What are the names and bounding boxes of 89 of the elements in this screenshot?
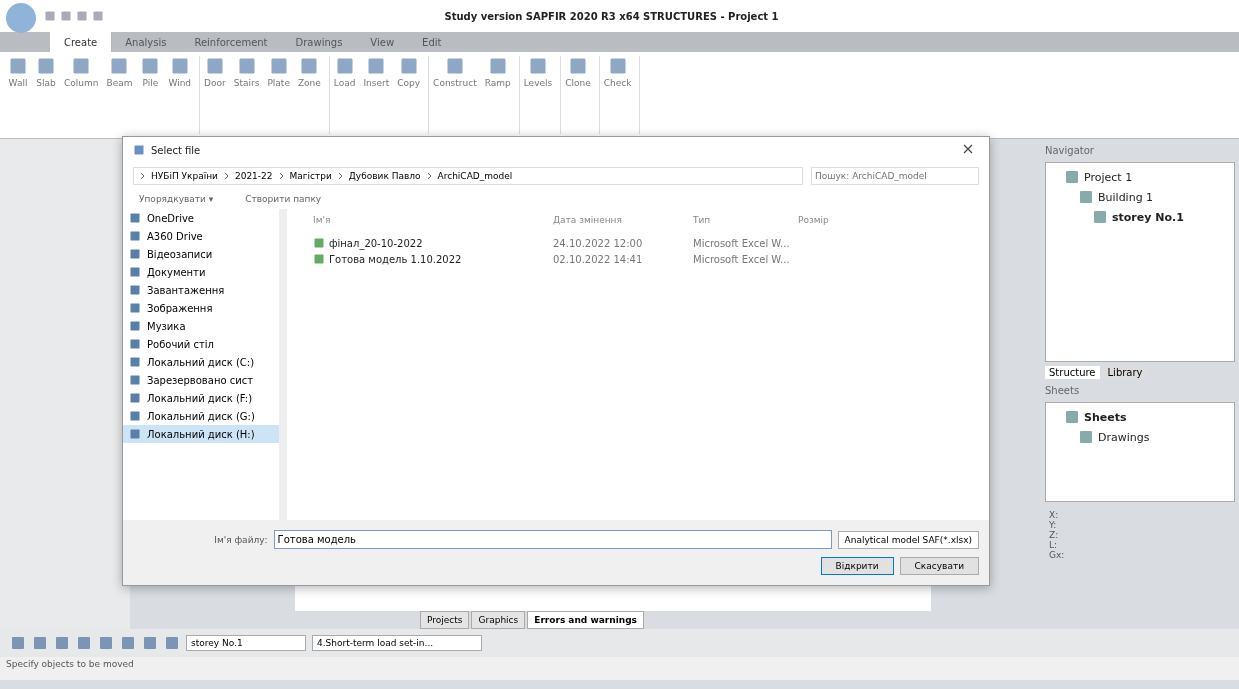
load-field[interactable]: 4.Short-term load set-in... xyxy=(312,635,482,651)
filename-field[interactable]: Готова модель xyxy=(273,530,832,549)
field-label: Ім'я файлу: xyxy=(214,534,268,545)
ribbon-button[interactable]: Zone xyxy=(297,56,321,88)
panel-tab[interactable]: Graphics xyxy=(471,611,526,629)
ribbon-button[interactable]: Column xyxy=(64,56,99,88)
tree-item[interactable]: Sheets xyxy=(1084,410,1127,424)
file-type: Microsoft Excel W... xyxy=(693,253,791,265)
ribbon-button[interactable]: Check xyxy=(603,56,632,88)
coordinate-label: Gx: xyxy=(1049,550,1066,560)
tree-item[interactable]: Building 1 xyxy=(1098,190,1154,204)
panel-tab[interactable]: Structure xyxy=(1045,366,1100,379)
file-date: 24.10.2022 12:00 xyxy=(553,237,644,249)
breadcrumb-item[interactable]: ArchiCAD_model xyxy=(437,171,513,181)
dialog-button[interactable]: Відкрити xyxy=(820,557,894,575)
nav-item[interactable]: Зображення xyxy=(123,299,279,317)
ribbon-button[interactable]: Door xyxy=(204,56,226,88)
file-name[interactable]: Готова модель 1.10.2022 xyxy=(329,253,462,265)
panel-title: Navigator xyxy=(1045,144,1095,158)
nav-item[interactable]: Локальний диск (G:) xyxy=(123,407,279,425)
coordinate-label: Y: xyxy=(1049,520,1058,530)
dialog-title: Select file xyxy=(151,144,202,156)
ribbon-button[interactable]: Wind xyxy=(168,56,192,88)
toolbar-button[interactable]: Створити папку xyxy=(239,193,328,205)
coordinate-label: Z: xyxy=(1049,530,1060,540)
file-name[interactable]: фінал_20-10-2022 xyxy=(329,237,423,249)
nav-item[interactable]: OneDrive xyxy=(123,209,279,227)
tree-item[interactable]: Project 1 xyxy=(1084,170,1133,184)
ribbon-tab[interactable]: Create xyxy=(50,32,112,52)
nav-item[interactable]: Відеозаписи xyxy=(123,245,279,263)
close-icon xyxy=(963,144,973,154)
ribbon-button[interactable]: Insert xyxy=(363,56,390,88)
ribbon-button[interactable]: Copy xyxy=(397,56,421,88)
search-field[interactable]: Пошук: ArchiCAD_model xyxy=(811,167,979,185)
chevron-icon xyxy=(337,172,343,180)
coordinate-label: X: xyxy=(1049,510,1060,520)
ribbon-button[interactable]: Pile xyxy=(140,56,161,88)
address-bar[interactable]: НУБіП України 2021-22 Магістри Дубовик Павло ArchiCAD_model xyxy=(133,167,803,185)
nav-item[interactable]: Документи xyxy=(123,263,279,281)
filter-dropdown[interactable]: Analytical model SAF(*.xlsx) xyxy=(837,530,979,549)
nav-item[interactable]: Зарезервовано сист xyxy=(123,371,279,389)
breadcrumb-item[interactable]: Дубовик Павло xyxy=(348,171,421,181)
file-type: Microsoft Excel W... xyxy=(693,237,791,249)
ribbon-button[interactable]: Construct xyxy=(433,56,477,88)
ribbon-button[interactable]: Levels xyxy=(523,56,553,88)
storey-field[interactable]: storey No.1 xyxy=(186,635,306,651)
ribbon-button[interactable]: Stairs xyxy=(233,56,260,88)
chevron-icon xyxy=(223,172,229,180)
ribbon-tab[interactable]: Drawings xyxy=(281,32,357,52)
column-header[interactable]: Тип xyxy=(693,215,798,225)
column-header[interactable]: Розмір xyxy=(798,215,858,225)
nav-item[interactable]: Робочий стіл xyxy=(123,335,279,353)
toolbar-button[interactable]: Упорядкувати ▾ xyxy=(133,193,220,205)
ribbon-button[interactable]: Load xyxy=(333,56,356,88)
chevron-icon xyxy=(140,172,145,180)
column-header[interactable]: Дата змінення xyxy=(553,215,693,225)
window-title: Study version SAPFIR 2020 R3 x64 STRUCTURES - Project 1 xyxy=(443,10,780,22)
panel-tab[interactable]: Projects xyxy=(420,611,470,629)
dialog-button[interactable]: Скасувати xyxy=(899,557,979,575)
ribbon-button[interactable]: Wall xyxy=(8,56,28,88)
status-text: Specify objects to be moved xyxy=(0,657,1239,680)
nav-item[interactable]: Локальний диск (C:) xyxy=(123,353,279,371)
ribbon-tab[interactable]: Analysis xyxy=(111,32,181,52)
nav-item[interactable]: Локальний диск (H:) xyxy=(123,425,279,443)
nav-item[interactable]: Музика xyxy=(123,317,279,335)
breadcrumb-item[interactable]: НУБіП України xyxy=(151,171,218,181)
nav-item[interactable]: Завантаження xyxy=(123,281,279,299)
tree-item[interactable]: Drawings xyxy=(1098,430,1150,444)
tree-item[interactable]: storey No.1 xyxy=(1112,210,1184,224)
ribbon-button[interactable]: Ramp xyxy=(484,56,511,88)
panel-title: Sheets xyxy=(1045,384,1081,398)
ribbon-button[interactable]: Clone xyxy=(565,56,591,88)
nav-item[interactable]: A360 Drive xyxy=(123,227,279,245)
ribbon-tab[interactable]: View xyxy=(356,32,409,52)
column-header[interactable]: Ім'я xyxy=(313,215,553,225)
ribbon-tab[interactable]: Reinforcement xyxy=(180,32,282,52)
nav-item[interactable]: Локальний диск (F:) xyxy=(123,389,279,407)
chevron-icon xyxy=(278,172,284,180)
chevron-icon xyxy=(426,172,432,180)
file-date: 02.10.2022 14:41 xyxy=(553,253,644,265)
ribbon-tab[interactable]: Edit xyxy=(408,32,456,52)
ribbon-button[interactable]: Plate xyxy=(267,56,290,88)
panel-tab[interactable]: Library xyxy=(1103,366,1147,379)
breadcrumb-item[interactable]: 2021-22 xyxy=(234,171,273,181)
ribbon-button[interactable]: Beam xyxy=(106,56,133,88)
ribbon-button[interactable]: Slab xyxy=(36,56,56,88)
breadcrumb-item[interactable]: Магістри xyxy=(289,171,332,181)
panel-tab[interactable]: Errors and warnings xyxy=(527,611,644,629)
coordinate-label: L: xyxy=(1049,540,1059,550)
